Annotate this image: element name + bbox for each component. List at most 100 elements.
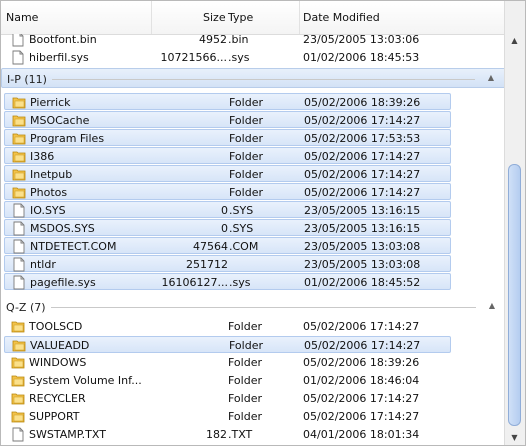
file-row[interactable]: RECYCLER Folder 05/02/2006 17:14:27 [4,390,451,407]
file-row[interactable]: VALUEADD Folder 05/02/2006 17:14:27 [4,336,451,353]
file-date-modified: 05/02/2006 17:14:27 [303,410,420,423]
file-icon [12,257,26,272]
folder-icon [11,409,25,424]
folder-icon [12,185,26,200]
file-name: VALUEADD [30,339,90,352]
column-header-type[interactable]: Type [228,11,253,24]
file-row[interactable]: SUPPORT Folder 05/02/2006 17:14:27 [4,408,451,425]
file-row[interactable]: pagefile.sys 16106127... .sys 01/02/2006 18… [4,273,451,290]
file-name: MSOCache [30,114,90,127]
file-name: System Volume Inf... [29,374,142,387]
file-row[interactable]: Bootfont.bin 4952 .bin 23/05/2005 13:03:06 [4,34,451,48]
file-date-modified: 05/02/2006 17:53:53 [304,132,421,145]
file-name: I386 [30,150,55,163]
column-header-name[interactable]: Name [6,11,38,24]
file-row[interactable]: NTDETECT.COM 47564 .COM 23/05/2005 13:03:08 [4,237,451,254]
file-date-modified: 01/02/2006 18:45:53 [303,51,420,64]
file-date-modified: 04/01/2006 18:01:34 [303,428,420,441]
file-name: NTDETECT.COM [30,240,117,253]
file-row[interactable]: hiberfil.sys 10721566... .sys 01/02/2006 18… [4,49,451,66]
file-row[interactable]: System Volume Inf... Folder 01/02/2006 18:… [4,372,451,389]
file-row[interactable]: Photos Folder 05/02/2006 17:14:27 [4,183,451,200]
file-row[interactable]: Pierrick Folder 05/02/2006 18:39:26 [4,93,451,110]
file-date-modified: 05/02/2006 17:14:27 [304,150,421,163]
file-date-modified: 05/02/2006 17:14:27 [304,186,421,199]
file-date-modified: 05/02/2006 17:14:27 [303,320,420,333]
folder-icon [11,373,25,388]
file-icon [12,221,26,236]
file-date-modified: 23/05/2005 13:16:15 [304,204,421,217]
file-icon [12,275,26,290]
file-name: hiberfil.sys [29,51,89,64]
file-type: .TXT [228,428,253,441]
group-header[interactable]: Q-Z (7) ▲ [1,297,506,317]
file-size: 251712 [186,258,228,271]
file-date-modified: 05/02/2006 17:14:27 [304,114,421,127]
file-date-modified: 05/02/2006 17:14:27 [304,339,421,352]
file-row[interactable]: MSOCache Folder 05/02/2006 17:14:27 [4,111,451,128]
file-date-modified: 23/05/2005 13:03:08 [304,240,421,253]
file-name: RECYCLER [29,392,86,405]
file-size: 16106127... [161,276,228,289]
file-type: Folder [229,114,263,127]
file-type: Folder [228,374,262,387]
file-row[interactable]: WINDOWS Folder 05/02/2006 18:39:26 [4,354,451,371]
folder-icon [12,131,26,146]
file-date-modified: 23/05/2005 13:03:06 [303,34,420,46]
file-type: Folder [228,320,262,333]
scroll-down-button[interactable]: ▼ [507,431,522,445]
file-size: 4952 [199,34,227,46]
file-row[interactable]: Inetpub Folder 05/02/2006 17:14:27 [4,165,451,182]
file-type: Folder [229,186,263,199]
file-type: .bin [228,34,249,46]
folder-icon [12,167,26,182]
file-row[interactable]: I386 Folder 05/02/2006 17:14:27 [4,147,451,164]
scroll-thumb[interactable] [508,164,521,426]
column-header-date-modified[interactable]: Date Modified [303,11,380,24]
file-size: 182 [206,428,227,441]
file-row[interactable]: TOOLSCD Folder 05/02/2006 17:14:27 [4,318,451,335]
scroll-up-button[interactable]: ▲ [507,34,522,48]
file-name: Bootfont.bin [29,34,97,46]
file-name: ntldr [30,258,56,271]
file-date-modified: 01/02/2006 18:46:04 [303,374,420,387]
collapse-arrow-icon[interactable]: ▲ [488,73,494,82]
file-name: WINDOWS [29,356,87,369]
file-list[interactable]: Bootfont.bin 4952 .bin 23/05/2005 13:03:06 h… [1,34,506,445]
file-size: 47564 [193,240,228,253]
file-row[interactable]: ntldr 251712 23/05/2005 13:03:08 [4,255,451,272]
collapse-arrow-icon[interactable]: ▲ [489,301,495,310]
file-type: .sys [228,51,250,64]
file-name: IO.SYS [30,204,66,217]
column-header-size[interactable]: Size [203,11,226,24]
file-type: .SYS [229,204,254,217]
file-type: Folder [229,132,263,145]
file-date-modified: 01/02/2006 18:45:52 [304,276,421,289]
file-date-modified: 23/05/2005 13:03:08 [304,258,421,271]
file-name: Photos [30,186,68,199]
file-type: Folder [229,96,263,109]
folder-icon [12,149,26,164]
column-divider[interactable] [299,1,300,34]
file-date-modified: 23/05/2005 13:16:15 [304,222,421,235]
file-row[interactable]: SWSTAMP.TXT 182 .TXT 04/01/2006 18:01:34 [4,426,451,443]
group-divider [52,79,475,80]
column-divider[interactable] [151,1,152,34]
file-type: Folder [228,392,262,405]
file-row[interactable]: MSDOS.SYS 0 .SYS 23/05/2005 13:16:15 [4,219,451,236]
group-header[interactable]: I-P (11) ▲ [1,68,506,88]
vertical-scrollbar[interactable]: ▲ ▼ [504,1,525,445]
file-row[interactable]: Program Files Folder 05/02/2006 17:53:53 [4,129,451,146]
group-label: I-P (11) [7,73,47,86]
file-list-window: Name Size Type Date Modified Bootfont.bi… [0,0,526,446]
file-size: 10721566... [160,51,227,64]
file-date-modified: 05/02/2006 18:39:26 [303,356,420,369]
file-type: Folder [229,150,263,163]
file-name: TOOLSCD [29,320,83,333]
file-icon [11,427,25,442]
file-date-modified: 05/02/2006 17:14:27 [304,168,421,181]
file-row[interactable]: IO.SYS 0 .SYS 23/05/2005 13:16:15 [4,201,451,218]
file-type: Folder [229,168,263,181]
group-divider [51,307,476,308]
file-type: .sys [229,276,251,289]
